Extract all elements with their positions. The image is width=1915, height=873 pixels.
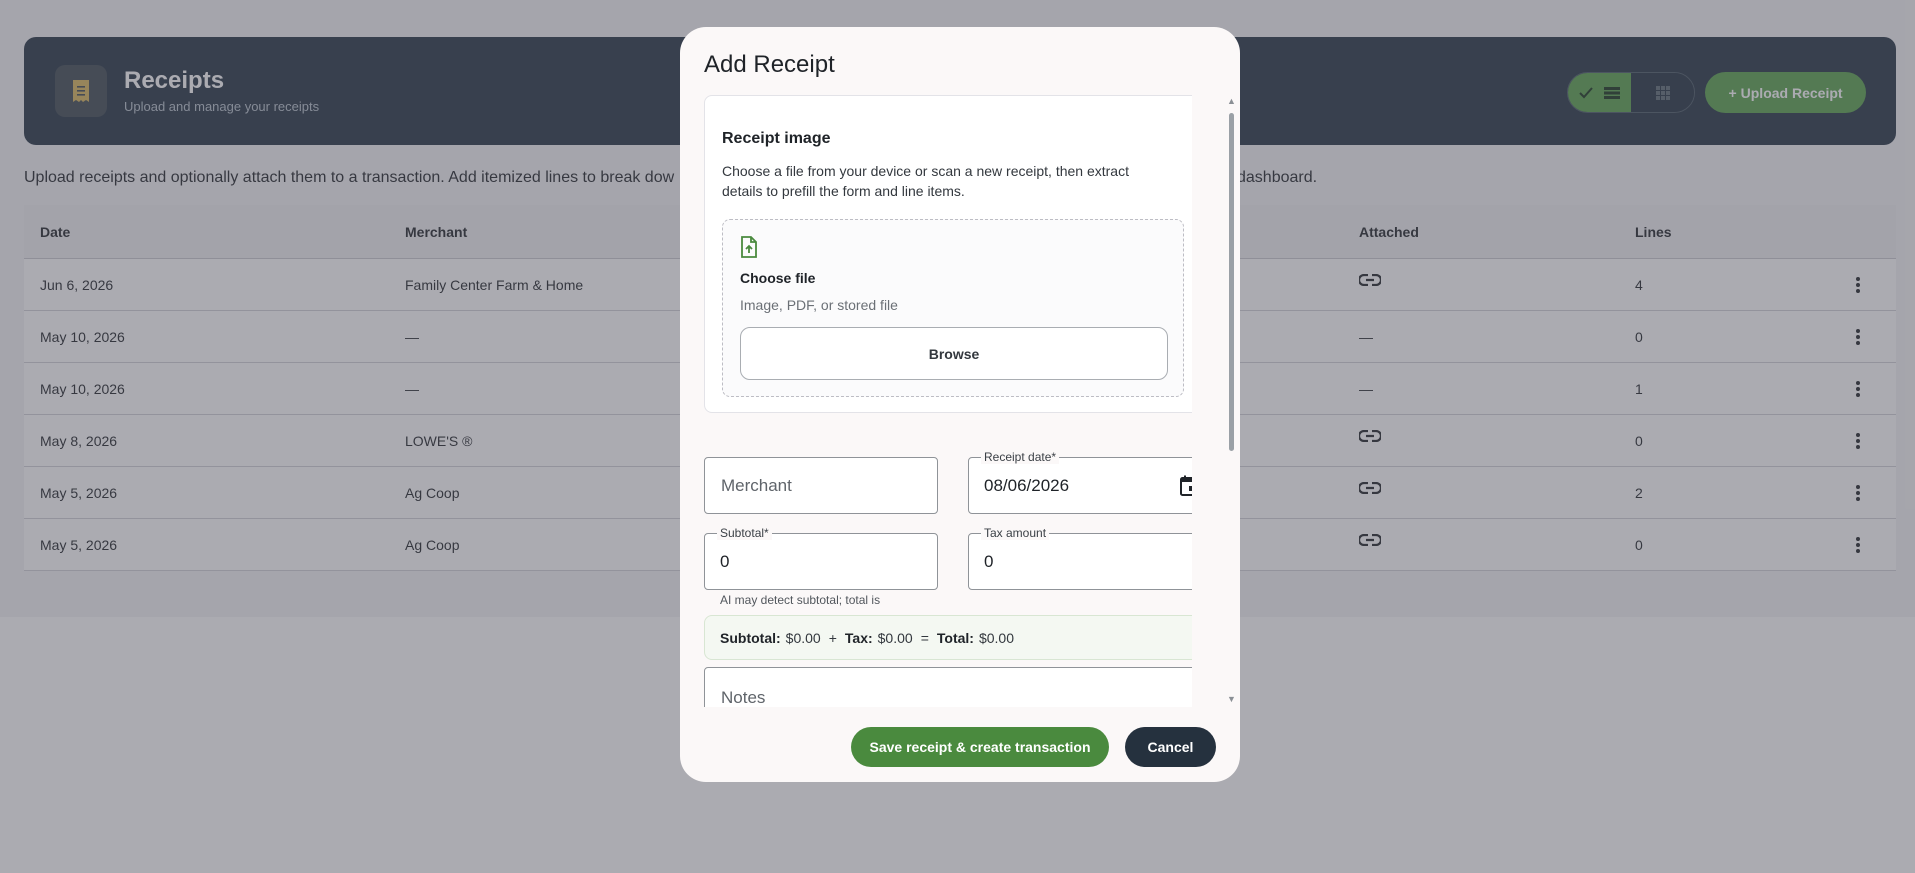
summary-tax-value: $0.00 xyxy=(877,629,913,646)
receipt-date-value: 08/06/2026 xyxy=(984,476,1070,495)
summary-total-label: Total: xyxy=(936,629,974,646)
summary-subtotal-label: Subtotal: xyxy=(720,629,781,646)
tax-amount-label: Tax amount xyxy=(981,526,1050,540)
summary-plus: + xyxy=(828,629,837,646)
cancel-button[interactable]: Cancel xyxy=(1125,727,1216,767)
dialog-scrollbar-thumb[interactable] xyxy=(1229,113,1234,451)
dialog-title: Add Receipt xyxy=(704,51,835,78)
merchant-placeholder: Merchant xyxy=(721,476,792,495)
merchant-field[interactable]: Merchant xyxy=(704,457,938,514)
subtotal-value: 0 xyxy=(720,552,730,571)
summary-subtotal-value: $0.00 xyxy=(785,629,821,646)
choose-file-title: Choose file xyxy=(740,270,816,286)
receipt-image-title: Receipt image xyxy=(722,130,831,147)
tax-amount-field[interactable]: Tax amount 0 xyxy=(968,526,1192,590)
receipt-date-label: Receipt date* xyxy=(981,450,1060,464)
tax-amount-value: 0 xyxy=(984,552,994,571)
file-dropzone[interactable]: Choose file Image, PDF, or stored file B… xyxy=(722,219,1184,397)
summary-total-value: $0.00 xyxy=(978,629,1014,646)
subtotal-label: Subtotal* xyxy=(717,526,772,540)
dialog-scroll-area[interactable]: Receipt image Choose a file from your de… xyxy=(704,95,1192,707)
totals-summary: Subtotal: $0.00 + Tax: $0.00 = Total: $0… xyxy=(704,615,1192,660)
notes-placeholder: Notes xyxy=(721,688,766,707)
choose-file-subtitle: Image, PDF, or stored file xyxy=(740,297,898,313)
scroll-down-arrow-icon[interactable]: ▼ xyxy=(1227,694,1236,704)
receipt-image-card: Receipt image Choose a file from your de… xyxy=(704,95,1192,413)
subtotal-hint: AI may detect subtotal; total is xyxy=(720,593,881,607)
scroll-up-arrow-icon[interactable]: ▲ xyxy=(1227,96,1236,106)
save-receipt-button[interactable]: Save receipt & create transaction xyxy=(851,727,1109,767)
receipt-image-description: Choose a file from your device or scan a… xyxy=(722,163,1129,199)
browse-button[interactable]: Browse xyxy=(740,327,1168,380)
add-receipt-dialog: Add Receipt Receipt image Choose a file … xyxy=(680,27,1240,782)
file-upload-icon xyxy=(741,236,757,258)
receipt-date-field[interactable]: Receipt date* 08/06/2026 xyxy=(968,450,1192,514)
notes-field[interactable]: Notes xyxy=(704,667,1192,707)
summary-tax-label: Tax: xyxy=(844,629,873,646)
calendar-icon[interactable] xyxy=(1180,475,1192,496)
subtotal-field[interactable]: Subtotal* 0 xyxy=(704,526,938,590)
summary-equals: = xyxy=(920,629,929,646)
